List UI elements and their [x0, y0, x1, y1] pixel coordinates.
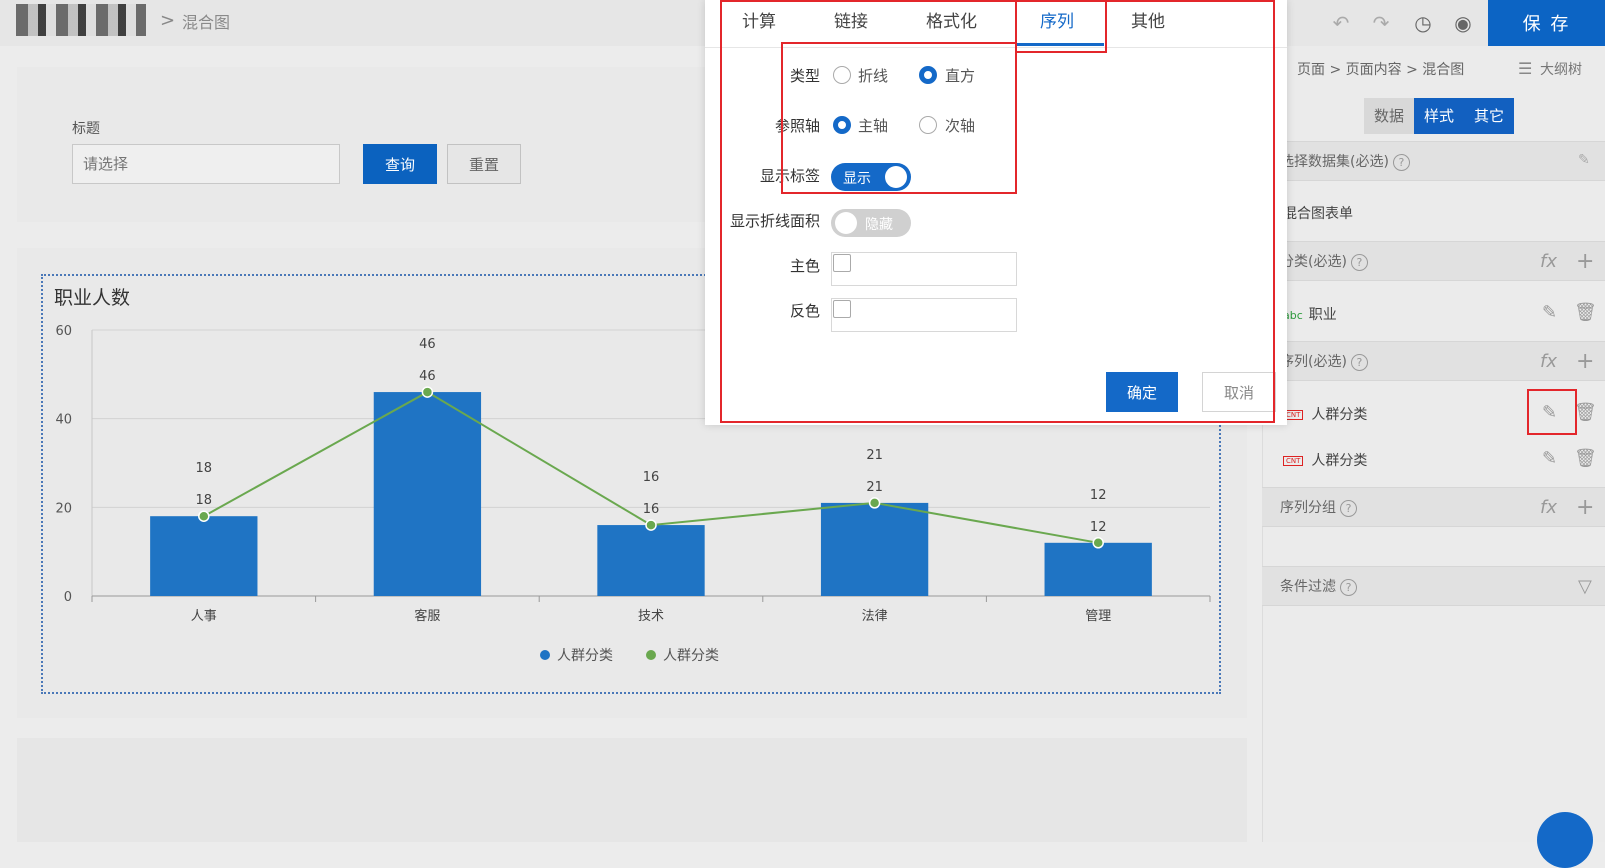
- filter-section-header: 条件过滤?: [1262, 566, 1605, 606]
- bar-data-label: 18: [196, 461, 213, 476]
- cnt-type-icon: CNT: [1283, 456, 1304, 466]
- right-panel-breadcrumb: 页面 > 页面内容 > 混合图: [1297, 62, 1465, 78]
- line-point: [198, 510, 210, 522]
- dataset-label: 选择数据集(必选): [1280, 154, 1389, 170]
- y-tick-label: 0: [64, 590, 72, 605]
- legend-swatch-bar: [540, 650, 550, 660]
- help-icon[interactable]: ?: [1340, 499, 1357, 517]
- series-group-label: 序列分组: [1280, 500, 1336, 516]
- line-point: [421, 386, 434, 398]
- history-icon[interactable]: ◷: [1410, 10, 1436, 36]
- category-label: 分类(必选): [1280, 254, 1347, 270]
- right-panel-tabs: 数据 样式 其它: [1364, 98, 1515, 134]
- bar: [820, 502, 929, 596]
- line-data-label: 18: [196, 493, 213, 508]
- line-data-label: 46: [419, 369, 436, 384]
- line-point: [1092, 537, 1104, 549]
- outline-tree-link[interactable]: 大纲树: [1540, 59, 1582, 79]
- series-label: 序列(必选): [1280, 354, 1347, 370]
- undo-icon[interactable]: ↶: [1328, 10, 1354, 36]
- trash-icon[interactable]: 🗑: [1574, 448, 1597, 469]
- bar-data-label: 12: [1090, 488, 1107, 503]
- trash-icon[interactable]: 🗑: [1574, 402, 1597, 423]
- bar: [1044, 542, 1152, 596]
- add-icon[interactable]: +: [1576, 249, 1594, 274]
- line-data-label: 16: [643, 502, 660, 517]
- legend-label: 人群分类: [663, 648, 719, 664]
- category-item-label: 职业: [1308, 307, 1337, 323]
- help-icon[interactable]: ?: [1350, 253, 1368, 271]
- bar: [150, 516, 258, 596]
- funnel-icon[interactable]: ▽: [1578, 576, 1592, 597]
- line-data-label: 12: [1090, 520, 1107, 535]
- edit-icon[interactable]: ✎: [1542, 448, 1557, 469]
- help-float-button[interactable]: [1537, 812, 1593, 868]
- bar: [373, 392, 482, 596]
- tab-style[interactable]: 样式: [1414, 98, 1465, 134]
- bar-data-label: 21: [866, 448, 883, 463]
- y-tick-label: 20: [55, 501, 72, 516]
- x-tick-label: 管理: [1085, 609, 1111, 624]
- tab-data[interactable]: 数据: [1364, 98, 1415, 134]
- legend-swatch-line: [646, 650, 656, 660]
- save-button[interactable]: 保 存: [1488, 0, 1605, 46]
- help-icon[interactable]: ?: [1392, 153, 1410, 171]
- line-point: [645, 519, 657, 531]
- line-point: [868, 497, 881, 509]
- series-item-label: 人群分类: [1311, 453, 1368, 469]
- help-icon[interactable]: ?: [1340, 578, 1357, 596]
- category-item: abc 职业: [1283, 304, 1337, 324]
- help-icon[interactable]: ?: [1350, 353, 1368, 371]
- fx-icon[interactable]: fx: [1540, 351, 1557, 372]
- outline-icon[interactable]: ☰: [1518, 59, 1532, 78]
- bottom-panel: [17, 738, 1247, 842]
- fx-icon[interactable]: fx: [1540, 497, 1557, 518]
- add-icon[interactable]: +: [1576, 349, 1594, 374]
- series-item: CNT 人群分类: [1283, 404, 1367, 424]
- tab-other[interactable]: 其它: [1464, 98, 1515, 134]
- dataset-value: 混合图表单: [1283, 206, 1353, 222]
- x-tick-label: 技术: [638, 609, 664, 624]
- dataset-section-header: 选择数据集(必选)?: [1262, 141, 1605, 181]
- preview-eye-icon[interactable]: ◉: [1450, 10, 1476, 36]
- y-tick-label: 60: [55, 324, 72, 339]
- x-tick-label: 客服: [414, 608, 440, 624]
- line-data-label: 21: [866, 480, 883, 495]
- redo-icon[interactable]: ↷: [1368, 10, 1394, 36]
- bar-data-label: 46: [419, 337, 436, 352]
- x-tick-label: 法律: [862, 609, 888, 624]
- trash-icon[interactable]: 🗑: [1574, 302, 1597, 323]
- annotation-series-tab-box: [1015, 0, 1107, 53]
- bar-data-label: 16: [643, 470, 660, 485]
- series-item: CNT 人群分类: [1283, 450, 1367, 470]
- annotation-edit-box: [1527, 389, 1577, 435]
- add-icon[interactable]: +: [1576, 495, 1594, 520]
- condition-filter-label: 条件过滤: [1280, 579, 1336, 595]
- x-tick-label: 人事: [191, 609, 217, 624]
- legend-label: 人群分类: [557, 648, 613, 664]
- edit-pencil-icon[interactable]: ✎: [1578, 152, 1590, 168]
- edit-icon[interactable]: ✎: [1542, 302, 1557, 323]
- series-item-label: 人群分类: [1311, 407, 1368, 423]
- bar: [597, 525, 705, 596]
- fx-icon[interactable]: fx: [1540, 251, 1557, 272]
- y-tick-label: 40: [55, 413, 72, 428]
- annotation-options-box: [781, 42, 1017, 194]
